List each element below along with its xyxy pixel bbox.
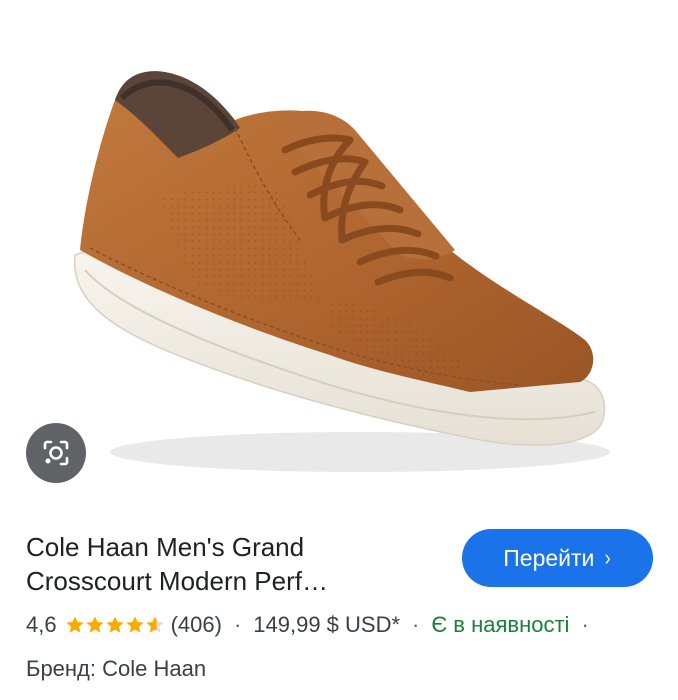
price: 149,99 $ USD* (253, 612, 401, 637)
go-button-label: Перейти (503, 544, 595, 571)
rating-value: 4,6 (26, 612, 57, 637)
brand-label: Бренд: Cole Haan (26, 656, 207, 681)
separator-dot: · (581, 612, 589, 637)
rating-stars (65, 615, 165, 635)
star-icon (105, 616, 124, 633)
star-icon (85, 616, 104, 633)
google-lens-button[interactable] (26, 423, 86, 483)
product-title[interactable]: Cole Haan Men's Grand Crosscourt Modern … (26, 530, 446, 598)
product-title-line1: Cole Haan Men's Grand (26, 532, 305, 562)
product-meta-row: 4,6 (406) · 149,99 $ USD* · Є в наявност… (26, 610, 601, 640)
product-title-line2: Crosscourt Modern Perf… (26, 566, 328, 596)
chevron-right-icon: › (605, 545, 612, 570)
google-lens-icon (43, 440, 69, 466)
product-image[interactable] (0, 0, 678, 510)
star-icon (65, 616, 84, 633)
star-icon (125, 616, 144, 633)
availability-status: Є в наявності (431, 612, 570, 637)
star-icon (145, 616, 164, 633)
go-to-store-button[interactable]: Перейти › (462, 529, 653, 587)
separator-dot: · (233, 612, 242, 637)
separator-dot: · (412, 612, 420, 637)
review-count: (406) (170, 612, 222, 637)
sneaker-illustration (73, 71, 610, 472)
